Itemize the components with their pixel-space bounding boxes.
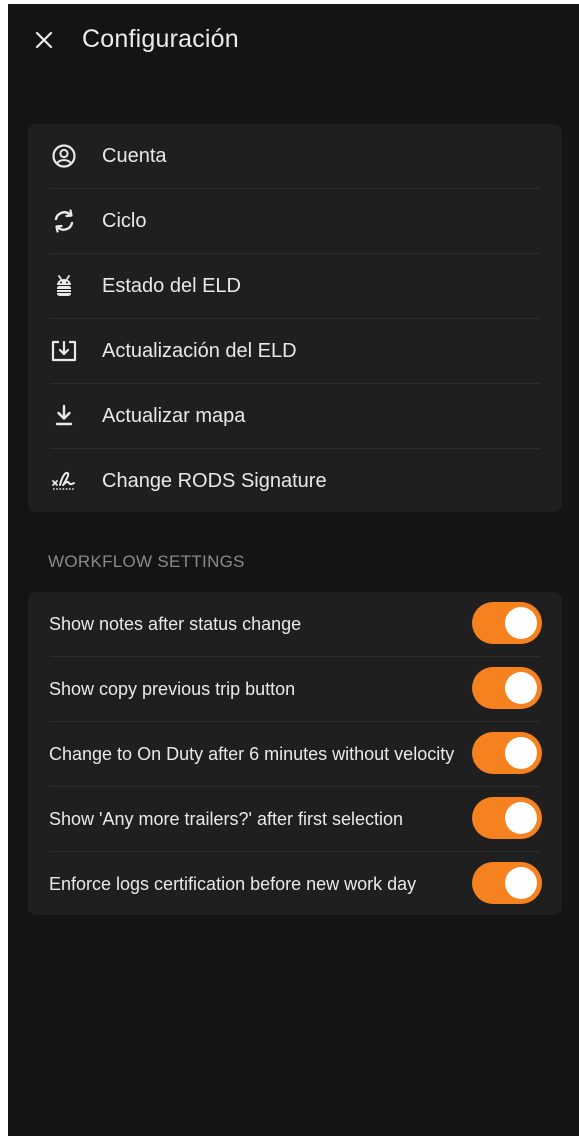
section-title-workflow-settings: WORKFLOW SETTINGS	[48, 552, 245, 571]
setting-row-show-notes: Show notes after status change	[28, 592, 562, 656]
download-map-icon	[50, 402, 78, 430]
setting-label: Show 'Any more trailers?' after first se…	[49, 809, 404, 829]
menu-item-label: Ciclo	[102, 210, 147, 232]
show-notes-toggle[interactable]	[472, 602, 542, 644]
menu-item-actualizar-mapa[interactable]: Actualizar mapa	[28, 384, 562, 448]
settings-screen: Configuración Cuenta Ciclo Estado del EL…	[8, 4, 579, 1136]
workflow-settings-card: Show notes after status change Show copy…	[28, 592, 562, 915]
show-copy-previous-trip-toggle[interactable]	[472, 667, 542, 709]
change-to-on-duty-toggle[interactable]	[472, 732, 542, 774]
cycle-icon	[50, 207, 78, 235]
menu-item-actualizacion-del-eld[interactable]: Actualización del ELD	[28, 319, 562, 383]
page-title: Configuración	[82, 25, 239, 53]
menu-item-label: Estado del ELD	[102, 275, 241, 297]
setting-row-change-to-on-duty: Change to On Duty after 6 minutes withou…	[28, 722, 562, 786]
download-box-icon	[50, 337, 78, 365]
any-more-trailers-toggle[interactable]	[472, 797, 542, 839]
menu-item-label: Cuenta	[102, 145, 167, 167]
android-device-icon	[50, 272, 78, 300]
menu-item-estado-del-eld[interactable]: Estado del ELD	[28, 254, 562, 318]
toggle-knob	[505, 867, 537, 899]
toggle-knob	[505, 607, 537, 639]
menu-item-ciclo[interactable]: Ciclo	[28, 189, 562, 253]
menu-item-cuenta[interactable]: Cuenta	[28, 124, 562, 188]
toggle-knob	[505, 672, 537, 704]
toggle-knob	[505, 737, 537, 769]
enforce-logs-certification-toggle[interactable]	[472, 862, 542, 904]
setting-label: Change to On Duty after 6 minutes withou…	[49, 744, 455, 764]
signature-icon	[50, 467, 78, 495]
settings-menu-card: Cuenta Ciclo Estado del ELD Actualizació…	[28, 124, 562, 512]
account-circle-icon	[50, 142, 78, 170]
top-bar: Configuración	[8, 4, 579, 76]
close-button[interactable]	[30, 26, 58, 54]
setting-label: Enforce logs certification before new wo…	[49, 874, 417, 894]
setting-label: Show copy previous trip button	[49, 679, 296, 699]
menu-item-label: Actualización del ELD	[102, 340, 297, 362]
menu-item-label: Change RODS Signature	[102, 470, 327, 492]
setting-row-enforce-logs-certification: Enforce logs certification before new wo…	[28, 852, 562, 916]
toggle-knob	[505, 802, 537, 834]
setting-row-any-more-trailers: Show 'Any more trailers?' after first se…	[28, 787, 562, 851]
close-icon	[35, 31, 53, 49]
setting-label: Show notes after status change	[49, 614, 302, 634]
menu-item-label: Actualizar mapa	[102, 405, 246, 427]
setting-row-show-copy-previous-trip: Show copy previous trip button	[28, 657, 562, 721]
menu-item-change-rods-signature[interactable]: Change RODS Signature	[28, 449, 562, 513]
